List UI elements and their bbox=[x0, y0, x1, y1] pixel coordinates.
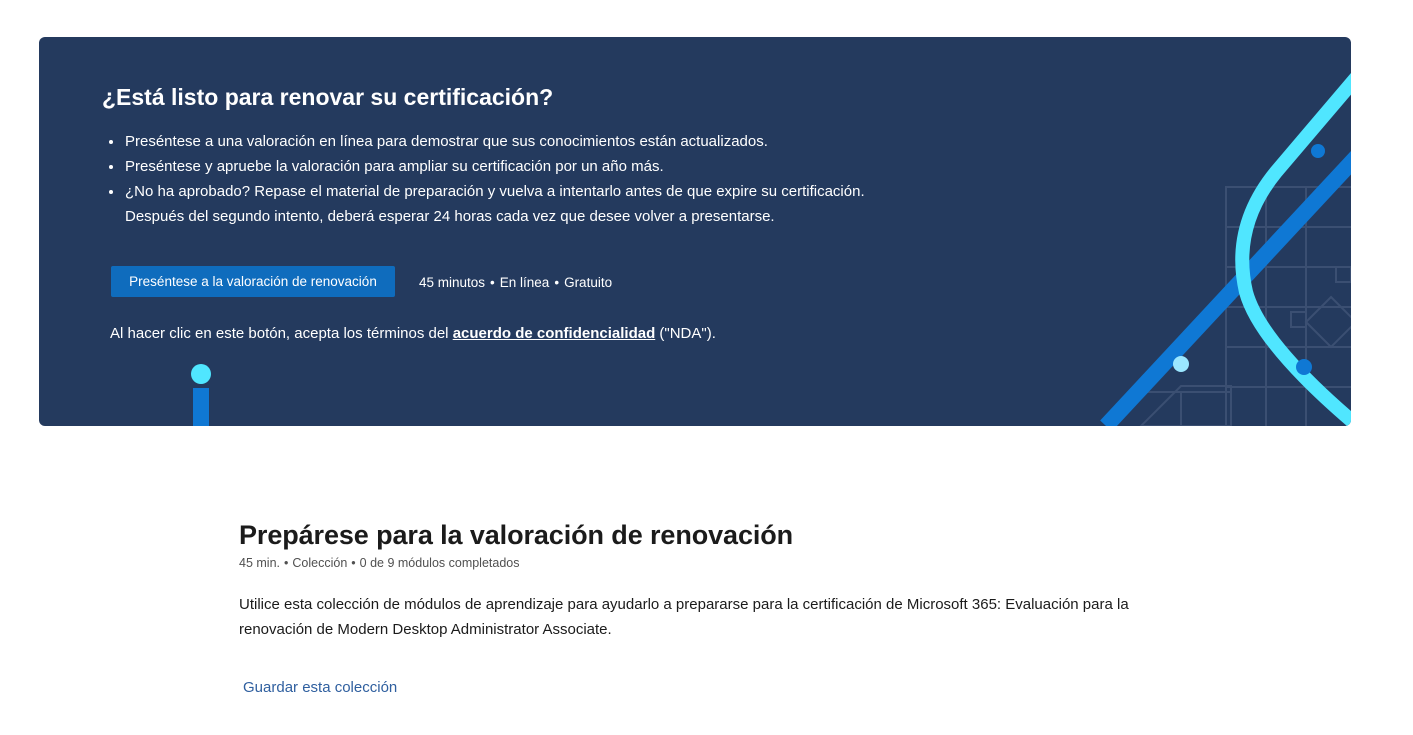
nda-prefix: Al hacer clic en este botón, acepta los … bbox=[110, 325, 453, 342]
save-collection-link[interactable]: Guardar esta colección bbox=[243, 679, 397, 696]
transit-lines-graphic-icon bbox=[1100, 72, 1351, 426]
page: ¿Está listo para renovar su certificació… bbox=[0, 0, 1413, 735]
meta-separator: • bbox=[554, 275, 560, 290]
collection-section: Prepárese para la valoración de renovaci… bbox=[239, 520, 1159, 697]
assessment-mode: En línea bbox=[499, 275, 550, 290]
hero-bullet-item: Preséntese y apruebe la valoración para … bbox=[124, 154, 865, 179]
meta-separator: • bbox=[490, 275, 495, 290]
meta-separator: • bbox=[284, 556, 289, 570]
renewal-hero-banner: ¿Está listo para renovar su certificació… bbox=[39, 37, 1351, 426]
hero-bullet-item: Preséntese a una valoración en línea par… bbox=[124, 129, 865, 154]
nda-agreement-link[interactable]: acuerdo de confidencialidad bbox=[453, 325, 656, 342]
pin-stem bbox=[193, 388, 209, 426]
collection-title: Prepárese para la valoración de renovaci… bbox=[239, 520, 794, 550]
assessment-meta: 45 minutos • En línea • Gratuito bbox=[419, 275, 612, 290]
collection-duration: 45 min. bbox=[239, 556, 280, 570]
take-renewal-assessment-button[interactable]: Preséntese a la valoración de renovación bbox=[111, 266, 395, 297]
nda-notice: Al hacer clic en este botón, acepta los … bbox=[110, 325, 716, 342]
collection-progress: 0 de 9 módulos completados bbox=[359, 556, 520, 570]
collection-type: Colección bbox=[292, 556, 348, 570]
hero-title: ¿Está listo para renovar su certificació… bbox=[102, 84, 554, 110]
transit-stop bbox=[1311, 144, 1325, 158]
hero-bullet-text: ¿No ha aprobado? Repase el material de p… bbox=[125, 183, 865, 200]
transit-stop bbox=[1296, 359, 1312, 375]
assessment-price: Gratuito bbox=[564, 275, 613, 290]
assessment-duration: 45 minutos bbox=[419, 275, 486, 290]
cyan-transit-line bbox=[1235, 72, 1351, 426]
hero-bullet-list: Preséntese a una valoración en línea par… bbox=[104, 129, 865, 229]
pin-dot bbox=[191, 364, 211, 384]
collection-description: Utilice esta colección de módulos de apr… bbox=[239, 596, 1129, 638]
meta-separator: • bbox=[351, 556, 356, 570]
nda-suffix: ("NDA"). bbox=[655, 325, 716, 342]
hero-bullet-item: ¿No ha aprobado? Repase el material de p… bbox=[124, 179, 865, 229]
transit-stop bbox=[1173, 356, 1189, 372]
collection-meta: 45 min. • Colección • 0 de 9 módulos complet… bbox=[239, 556, 1159, 570]
hero-bullet-continuation: Después del segundo intento, deberá espe… bbox=[125, 208, 775, 225]
pin-graphic-icon bbox=[191, 364, 211, 426]
